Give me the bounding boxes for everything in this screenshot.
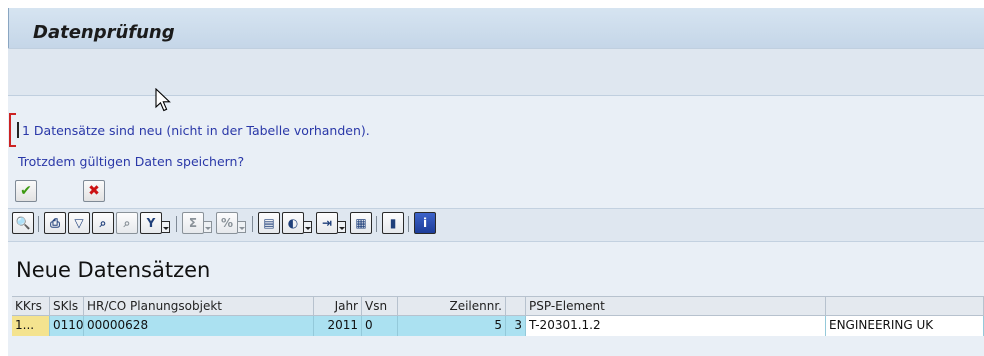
export-icon[interactable]: ⇥ (316, 212, 338, 234)
sum-dropdown-arrow[interactable] (204, 221, 212, 233)
dialog-title-bar: Datenprüfung (8, 8, 984, 48)
column-header-zeilennr[interactable]: Zeilennr. (398, 297, 506, 317)
column-header-psp-element[interactable]: PSP-Element (526, 297, 826, 317)
toolbar-separator (408, 216, 409, 232)
graphic-icon[interactable]: ▮ (382, 212, 404, 234)
export-dropdown-arrow[interactable] (338, 221, 346, 233)
cell-unnamed[interactable]: 3 (506, 316, 526, 336)
mouse-pointer-icon (155, 88, 171, 112)
cell-vsn[interactable]: 0 (362, 316, 398, 336)
table-row[interactable]: 1... 0110 00000628 2011 0 5 3 T-20301.1.… (12, 316, 984, 336)
subtotal-dropdown-arrow[interactable] (238, 221, 246, 233)
filter-dropdown-arrow[interactable] (162, 221, 170, 233)
cell-zeilennr[interactable]: 5 (398, 316, 506, 336)
column-header-planungsobjekt[interactable]: HR/CO Planungsobjekt (84, 297, 314, 317)
cell-kkrs[interactable]: 1... (12, 316, 50, 336)
details-icon[interactable]: 🔍 (12, 212, 34, 234)
cell-jahr[interactable]: 2011 (314, 316, 362, 336)
column-header-kkrs[interactable]: KKrs (12, 297, 50, 317)
message-line-1: 1 Datensätze sind neu (nicht in der Tabe… (22, 123, 370, 138)
find-next-icon[interactable]: ⌕ (116, 212, 138, 234)
cancel-button[interactable]: ✖ (83, 180, 105, 202)
checkmark-icon: ✔ (20, 183, 32, 199)
column-header-description[interactable] (826, 297, 984, 317)
layout-icon[interactable]: ▦ (350, 212, 372, 234)
filter-icon[interactable]: Y (140, 212, 162, 234)
filter-subtotal-icon[interactable]: ▽ (68, 212, 90, 234)
text-cursor (17, 122, 19, 138)
views-dropdown-arrow[interactable] (304, 221, 312, 233)
toolbar-separator (176, 216, 177, 232)
toolbar-separator (252, 216, 253, 232)
cell-description[interactable]: ENGINEERING UK (826, 316, 984, 336)
find-icon[interactable]: ⌕ (92, 212, 114, 234)
column-header-skls[interactable]: SKls (50, 297, 84, 317)
column-header-jahr[interactable]: Jahr (314, 297, 362, 317)
toolbar-separator (38, 216, 39, 232)
confirm-button[interactable]: ✔ (15, 180, 37, 202)
dialog-title: Datenprüfung (33, 22, 175, 43)
cell-psp-element[interactable]: T-20301.1.2 (526, 316, 826, 336)
table-title: Neue Datensätzen (16, 258, 211, 282)
column-header-blank[interactable] (506, 297, 526, 317)
focus-frame (9, 113, 17, 147)
subtotal-icon[interactable]: % (216, 212, 238, 234)
print-icon[interactable]: ⎙ (44, 212, 66, 234)
cell-skls[interactable]: 0110 (50, 316, 84, 336)
info-icon[interactable]: i (414, 212, 436, 234)
message-line-2: Trotzdem gültigen Daten speichern? (18, 154, 245, 169)
print-preview-icon[interactable]: ▤ (258, 212, 280, 234)
sum-icon[interactable]: Σ (182, 212, 204, 234)
table-header-row: KKrs SKls HR/CO Planungsobjekt Jahr Vsn … (12, 296, 984, 317)
toolbar-separator (376, 216, 377, 232)
cancel-x-icon: ✖ (88, 183, 100, 199)
views-icon[interactable]: ◐ (282, 212, 304, 234)
column-header-vsn[interactable]: Vsn (362, 297, 398, 317)
cell-planungsobjekt[interactable]: 00000628 (84, 316, 314, 336)
